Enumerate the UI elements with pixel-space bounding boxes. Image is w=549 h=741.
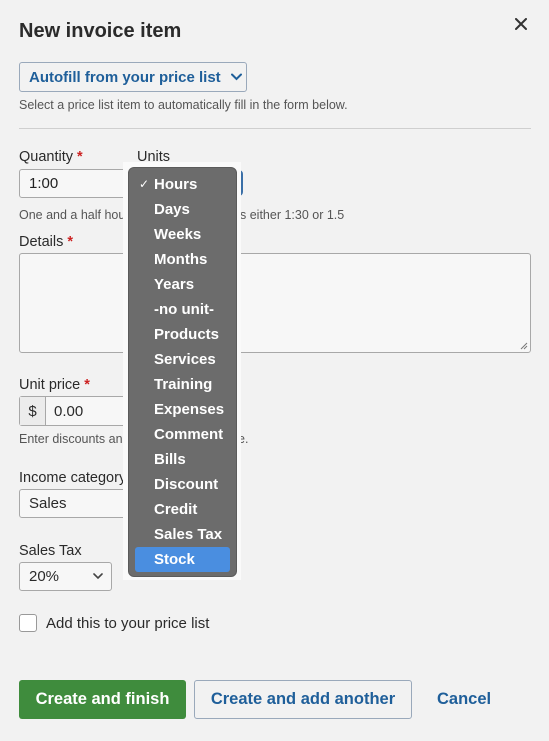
divider [19, 128, 531, 129]
units-option-weeks[interactable]: Weeks [135, 222, 230, 247]
add-to-price-list-row[interactable]: Add this to your price list [19, 614, 209, 632]
income-category-label: Income category [19, 470, 127, 486]
autofill-hint: Select a price list item to automaticall… [19, 98, 348, 112]
chevron-down-icon [93, 572, 103, 582]
unit-price-input-group: $ 0.00 [19, 396, 139, 426]
units-option-comment[interactable]: Comment [135, 422, 230, 447]
unit-price-label: Unit price * [19, 377, 90, 393]
details-label: Details * [19, 234, 74, 250]
units-option-hours[interactable]: ✓ Hours [135, 172, 230, 197]
unit-price-input[interactable]: 0.00 [46, 397, 83, 425]
units-option-stock[interactable]: Stock [135, 547, 230, 572]
units-option-credit[interactable]: Credit [135, 497, 230, 522]
sales-tax-label: Sales Tax [19, 543, 82, 559]
dialog-title: New invoice item [19, 20, 182, 42]
resize-grip-icon[interactable] [520, 342, 528, 350]
autofill-price-list-button[interactable]: Autofill from your price list [19, 62, 247, 92]
income-category-select[interactable]: Sales [19, 489, 137, 518]
add-to-price-list-label: Add this to your price list [46, 614, 210, 632]
currency-symbol: $ [20, 397, 46, 425]
required-marker: * [84, 377, 90, 393]
quantity-label: Quantity * [19, 149, 83, 165]
close-icon[interactable] [515, 18, 527, 30]
required-marker: * [77, 149, 83, 165]
units-option-expenses[interactable]: Expenses [135, 397, 230, 422]
units-option-years[interactable]: Years [135, 272, 230, 297]
close-button[interactable] [511, 14, 531, 34]
units-option-sales-tax[interactable]: Sales Tax [135, 522, 230, 547]
units-option-days[interactable]: Days [135, 197, 230, 222]
required-marker: * [67, 234, 74, 250]
units-option-no-unit[interactable]: -no unit- [135, 297, 230, 322]
units-dropdown-menu: ✓ Hours Days Weeks Months Years -no unit… [128, 167, 237, 577]
chevron-down-icon [230, 73, 242, 81]
quantity-hint-start: One and a half hou [19, 208, 126, 222]
create-and-finish-button[interactable]: Create and finish [19, 680, 186, 719]
quantity-hint-end: s either 1:30 or 1.5 [240, 208, 345, 222]
units-option-months[interactable]: Months [135, 247, 230, 272]
units-option-discount[interactable]: Discount [135, 472, 230, 497]
checkmark-icon: ✓ [139, 177, 150, 191]
units-option-training[interactable]: Training [135, 372, 230, 397]
units-option-products[interactable]: Products [135, 322, 230, 347]
create-and-add-another-button[interactable]: Create and add another [194, 680, 412, 719]
cancel-button[interactable]: Cancel [437, 690, 491, 709]
autofill-label: Autofill from your price list [29, 68, 221, 86]
details-textarea[interactable] [19, 253, 531, 353]
add-to-price-list-checkbox[interactable] [19, 614, 37, 632]
units-option-bills[interactable]: Bills [135, 447, 230, 472]
units-option-services[interactable]: Services [135, 347, 230, 372]
unit-price-hint-start: Enter discounts and [19, 432, 130, 446]
sales-tax-select[interactable]: 20% [19, 562, 112, 591]
quantity-input[interactable]: 1:00 [19, 169, 137, 198]
